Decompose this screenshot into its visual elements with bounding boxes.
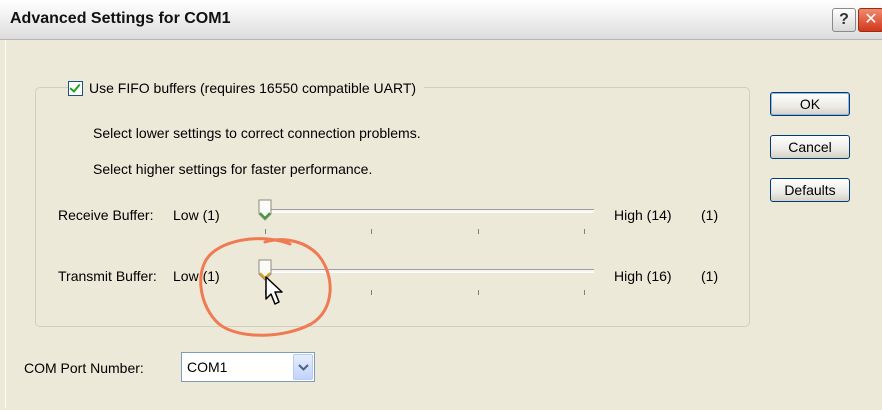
receive-buffer-label: Receive Buffer:: [58, 207, 154, 223]
transmit-tick: [478, 290, 479, 295]
receive-high-label: High (14): [614, 207, 672, 223]
check-mark-icon: [69, 80, 81, 93]
mouse-pointer-icon: [265, 276, 283, 305]
receive-slider-track[interactable]: [264, 209, 594, 213]
transmit-tick: [371, 290, 372, 295]
receive-value: (1): [701, 207, 719, 223]
cancel-button[interactable]: Cancel: [770, 135, 850, 159]
com-port-value: COM1: [187, 359, 228, 375]
help-button[interactable]: ?: [832, 8, 856, 32]
receive-tick: [371, 229, 372, 234]
title-bar: Advanced Settings for COM1 ? ✕: [0, 0, 882, 40]
dropdown-arrow-button[interactable]: [293, 354, 313, 380]
defaults-button[interactable]: Defaults: [770, 178, 850, 202]
com-port-label: COM Port Number:: [24, 360, 144, 376]
info-line-lower: Select lower settings to correct connect…: [93, 125, 421, 141]
fifo-checkbox[interactable]: [68, 80, 83, 96]
info-line-higher: Select higher settings for faster perfor…: [93, 161, 373, 177]
close-button[interactable]: ✕: [858, 8, 882, 32]
fifo-checkbox-label[interactable]: Use FIFO buffers (requires 16550 compati…: [89, 80, 416, 96]
transmit-high-label: High (16): [614, 268, 672, 284]
chevron-down-icon: [298, 364, 309, 371]
receive-tick: [584, 229, 585, 234]
fifo-checkbox-row[interactable]: Use FIFO buffers (requires 16550 compati…: [68, 79, 425, 97]
ok-button[interactable]: OK: [770, 92, 850, 116]
transmit-value: (1): [701, 268, 719, 284]
transmit-buffer-label: Transmit Buffer:: [58, 268, 157, 284]
window-title: Advanced Settings for COM1: [10, 10, 231, 27]
transmit-tick: [584, 290, 585, 295]
receive-tick: [478, 229, 479, 234]
com-port-select[interactable]: COM1: [181, 352, 315, 382]
receive-low-label: Low (1): [173, 207, 220, 223]
receive-slider-thumb[interactable]: [258, 199, 272, 221]
